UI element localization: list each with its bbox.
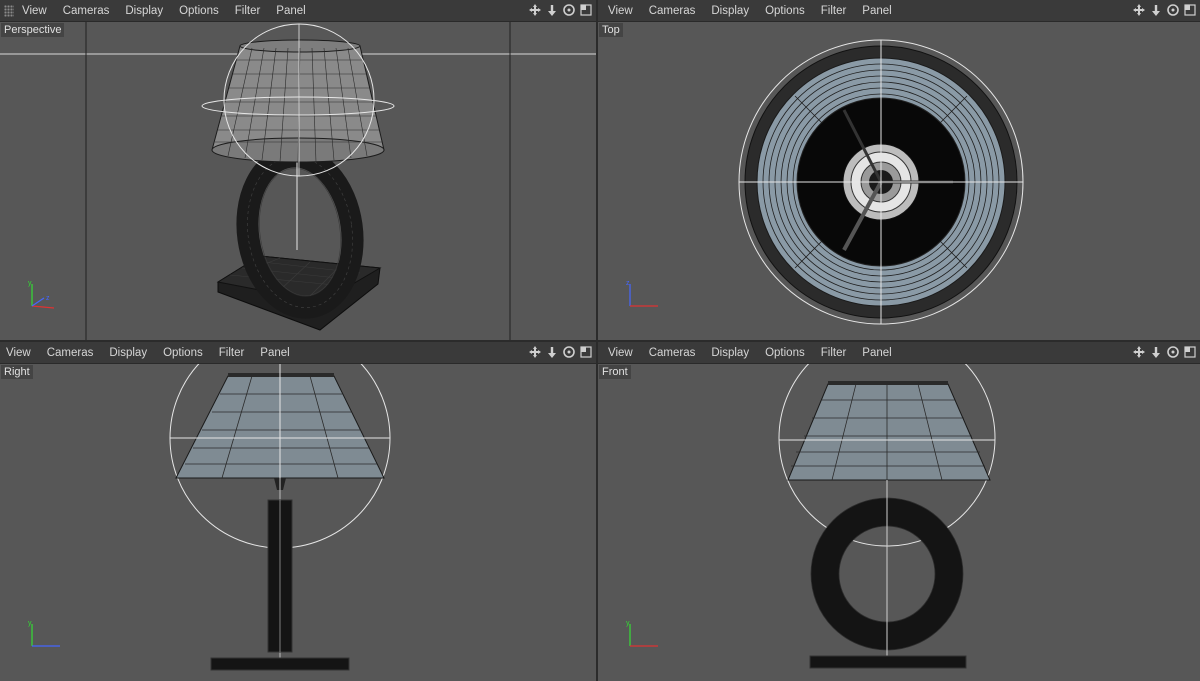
- move-view-icon[interactable]: [528, 345, 542, 359]
- svg-text:y: y: [28, 280, 32, 287]
- viewport-label: Right: [1, 365, 33, 379]
- maximize-view-icon[interactable]: [579, 345, 593, 359]
- menu-filter[interactable]: Filter: [211, 347, 253, 359]
- menu-options[interactable]: Options: [171, 5, 227, 17]
- axis-gizmo: y: [626, 620, 658, 647]
- perspective-viewport[interactable]: y z View Cameras Display Options Filter …: [0, 0, 596, 340]
- menu-display[interactable]: Display: [101, 347, 155, 359]
- menu-display[interactable]: Display: [703, 347, 757, 359]
- menu-options[interactable]: Options: [757, 5, 813, 17]
- dolly-view-icon[interactable]: [545, 3, 559, 17]
- rotate-view-icon[interactable]: [562, 3, 576, 17]
- maximize-view-icon[interactable]: [579, 3, 593, 17]
- viewport-toolbar: View Cameras Display Options Filter Pane…: [0, 342, 596, 364]
- maximize-view-icon[interactable]: [1183, 345, 1197, 359]
- menu-display[interactable]: Display: [117, 5, 171, 17]
- axis-gizmo: y z: [28, 280, 55, 309]
- grip-icon[interactable]: [4, 4, 14, 17]
- menu-view[interactable]: View: [598, 5, 641, 17]
- move-view-icon[interactable]: [1132, 3, 1146, 17]
- menu-panel[interactable]: Panel: [854, 347, 899, 359]
- right-scene: [169, 342, 391, 671]
- menu-display[interactable]: Display: [703, 5, 757, 17]
- maximize-view-icon[interactable]: [1183, 3, 1197, 17]
- menu-options[interactable]: Options: [757, 347, 813, 359]
- svg-text:z: z: [626, 280, 630, 287]
- dolly-view-icon[interactable]: [545, 345, 559, 359]
- menu-panel[interactable]: Panel: [268, 5, 313, 17]
- viewport-label: Perspective: [1, 23, 65, 37]
- menu-panel[interactable]: Panel: [854, 5, 899, 17]
- move-view-icon[interactable]: [1132, 345, 1146, 359]
- viewport-label: Top: [599, 23, 623, 37]
- rotate-view-icon[interactable]: [1166, 3, 1180, 17]
- axis-gizmo: y: [28, 620, 60, 647]
- menu-cameras[interactable]: Cameras: [39, 347, 102, 359]
- top-viewport[interactable]: z View Cameras Display Options Filter Pa…: [598, 0, 1200, 340]
- menu-cameras[interactable]: Cameras: [641, 347, 704, 359]
- menu-filter[interactable]: Filter: [813, 347, 855, 359]
- viewport-toolbar: View Cameras Display Options Filter Pane…: [0, 0, 596, 22]
- menu-view[interactable]: View: [0, 347, 39, 359]
- menu-filter[interactable]: Filter: [227, 5, 269, 17]
- menu-view[interactable]: View: [598, 347, 641, 359]
- svg-text:y: y: [28, 620, 32, 627]
- top-scene: [738, 39, 1024, 325]
- viewport-toolbar: View Cameras Display Options Filter Pane…: [598, 342, 1200, 364]
- menu-cameras[interactable]: Cameras: [641, 5, 704, 17]
- axis-gizmo: z: [626, 280, 658, 307]
- viewport-label: Front: [599, 365, 631, 379]
- front-viewport[interactable]: y View Cameras Display Options Filter Pa…: [598, 342, 1200, 681]
- viewport-toolbar: View Cameras Display Options Filter Pane…: [598, 0, 1200, 22]
- perspective-scene: [0, 22, 596, 340]
- menu-options[interactable]: Options: [155, 347, 211, 359]
- menu-filter[interactable]: Filter: [813, 5, 855, 17]
- rotate-view-icon[interactable]: [562, 345, 576, 359]
- dolly-view-icon[interactable]: [1149, 345, 1163, 359]
- svg-text:y: y: [626, 620, 630, 627]
- right-viewport[interactable]: y View Cameras Display Options Filter Pa…: [0, 342, 596, 681]
- svg-text:z: z: [46, 295, 50, 302]
- menu-cameras[interactable]: Cameras: [55, 5, 118, 17]
- menu-panel[interactable]: Panel: [252, 347, 297, 359]
- dolly-view-icon[interactable]: [1149, 3, 1163, 17]
- move-view-icon[interactable]: [528, 3, 542, 17]
- rotate-view-icon[interactable]: [1166, 345, 1180, 359]
- menu-view[interactable]: View: [18, 5, 55, 17]
- front-scene: [778, 342, 996, 669]
